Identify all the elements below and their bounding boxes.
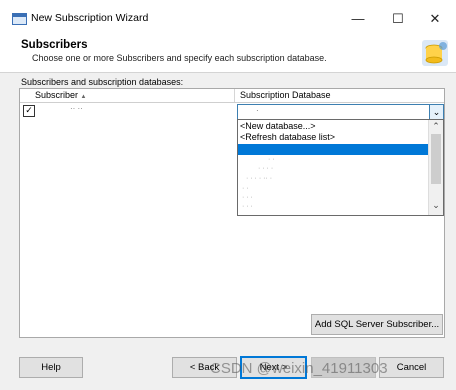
chevron-down-icon[interactable]: ⌄ bbox=[429, 105, 443, 120]
cancel-button[interactable]: Cancel bbox=[379, 357, 444, 378]
close-button[interactable]: ✕ bbox=[421, 8, 449, 30]
subscribers-grid-label: Subscribers and subscription databases: bbox=[21, 77, 184, 87]
title-bar: New Subscription Wizard — ☐ ✕ bbox=[0, 0, 456, 36]
scrollbar-thumb[interactable] bbox=[431, 134, 441, 184]
page-title: Subscribers bbox=[21, 39, 88, 51]
app-icon bbox=[12, 13, 27, 25]
page-subtitle: Choose one or more Subscribers and speci… bbox=[32, 53, 327, 63]
dropdown-scrollbar[interactable]: ⌃ ⌄ bbox=[428, 120, 443, 215]
subscribers-grid: Subscriber ▲ Subscription Database ✓ ·· … bbox=[19, 88, 445, 338]
subscriber-name: ·· ·· bbox=[70, 104, 83, 113]
minimize-button[interactable]: — bbox=[344, 8, 372, 30]
subscriber-row-checkbox[interactable]: ✓ bbox=[23, 105, 35, 117]
grid-header: Subscriber ▲ Subscription Database bbox=[20, 89, 444, 103]
combobox-value: · bbox=[256, 106, 259, 115]
wizard-header: Subscribers Choose one or more Subscribe… bbox=[0, 36, 456, 73]
maximize-button[interactable]: ☐ bbox=[384, 8, 412, 30]
scroll-up-icon[interactable]: ⌃ bbox=[429, 121, 443, 132]
dropdown-option-refresh[interactable]: <Refresh database list> bbox=[240, 132, 335, 143]
dropdown-option[interactable]: · · · · ·· · bbox=[246, 175, 272, 186]
dropdown-option-selected[interactable] bbox=[238, 144, 428, 155]
add-sql-server-subscriber-button[interactable]: Add SQL Server Subscriber... bbox=[311, 314, 443, 335]
watermark: CSDN @weixin_41911303 bbox=[210, 360, 388, 377]
column-divider[interactable] bbox=[234, 89, 235, 102]
database-dropdown-list: <New database...> <Refresh database list… bbox=[237, 119, 444, 216]
help-button[interactable]: Help bbox=[19, 357, 83, 378]
window-title: New Subscription Wizard bbox=[31, 12, 149, 24]
column-header-subscription-database[interactable]: Subscription Database bbox=[240, 90, 331, 100]
database-icon bbox=[422, 40, 448, 66]
sort-ascending-icon: ▲ bbox=[80, 94, 87, 100]
scroll-down-icon[interactable]: ⌄ bbox=[429, 200, 443, 211]
dropdown-option[interactable]: · · · bbox=[242, 203, 253, 214]
column-header-subscriber[interactable]: Subscriber ▲ bbox=[35, 90, 87, 100]
dropdown-option-new-database[interactable]: <New database...> bbox=[240, 121, 316, 132]
